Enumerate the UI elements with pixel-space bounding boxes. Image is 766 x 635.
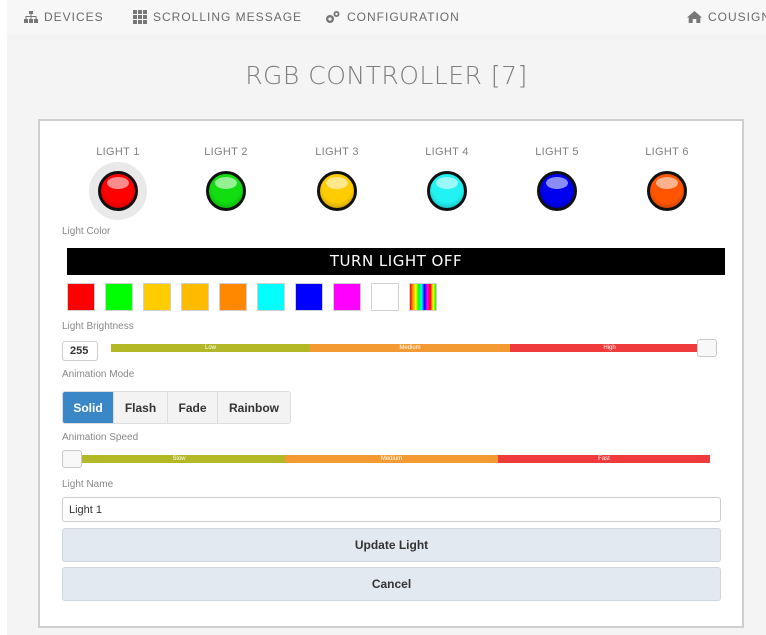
slider-segment-medium: Medium <box>310 344 510 352</box>
page-header: RGB CONTROLLER [7] <box>7 34 766 117</box>
light-selection-halo <box>197 162 255 220</box>
turn-light-off-button[interactable]: TURN LIGHT OFF <box>67 248 725 275</box>
color-swatch-cyan[interactable] <box>257 283 285 311</box>
light-label: LIGHT 6 <box>645 146 689 158</box>
update-light-button[interactable]: Update Light <box>62 528 721 562</box>
light-1[interactable]: LIGHT 1 <box>78 146 158 220</box>
light-label: LIGHT 2 <box>204 146 248 158</box>
light-bulb-icon <box>647 171 687 211</box>
light-color-label: Light Color <box>62 226 111 237</box>
color-swatch-red[interactable] <box>67 283 95 311</box>
light-panel: LIGHT 1 LIGHT 2 LIGHT 3 LIGHT 4 LIGHT 5 … <box>38 119 744 628</box>
light-label: LIGHT 3 <box>315 146 359 158</box>
light-5[interactable]: LIGHT 5 <box>517 146 597 220</box>
nav-configuration[interactable]: CONFIGURATION <box>325 10 460 24</box>
nav-home[interactable]: COUSIGN <box>687 10 766 24</box>
light-selection-halo <box>638 162 696 220</box>
light-brightness-label: Light Brightness <box>62 321 134 332</box>
page-title: RGB CONTROLLER [7] <box>245 61 528 90</box>
light-bulb-icon <box>317 171 357 211</box>
brightness-value: 255 <box>62 341 98 361</box>
light-2[interactable]: LIGHT 2 <box>186 146 266 220</box>
slider-segment-fast: Fast <box>498 455 710 463</box>
nav-configuration-label: CONFIGURATION <box>347 10 460 24</box>
nav-devices-label: DEVICES <box>44 10 104 24</box>
brightness-slider-track[interactable]: Low Medium High <box>111 344 709 352</box>
slider-segment-slow: Slow <box>73 455 285 463</box>
color-swatches <box>67 283 437 311</box>
animation-mode-group: Solid Flash Fade Rainbow <box>62 391 291 424</box>
color-swatch-amber[interactable] <box>181 283 209 311</box>
sitemap-icon <box>24 11 38 23</box>
brightness-slider-thumb[interactable] <box>697 339 717 357</box>
color-swatch-white[interactable] <box>371 283 399 311</box>
color-swatch-rainbow[interactable] <box>409 283 437 311</box>
grid-icon <box>133 10 147 24</box>
animation-speed-label: Animation Speed <box>62 432 139 443</box>
light-selection-halo <box>528 162 586 220</box>
light-6[interactable]: LIGHT 6 <box>627 146 707 220</box>
nav-scrolling-message-label: SCROLLING MESSAGE <box>153 10 303 24</box>
light-label: LIGHT 4 <box>425 146 469 158</box>
nav-home-label: COUSIGN <box>708 10 766 24</box>
animation-speed-slider-thumb[interactable] <box>62 450 82 468</box>
light-bulb-icon <box>537 171 577 211</box>
light-selection-halo <box>89 162 147 220</box>
color-swatch-green[interactable] <box>105 283 133 311</box>
top-navigation: DEVICES SCROLLING MESSAGE CONFIGURATION … <box>7 0 766 34</box>
nav-devices[interactable]: DEVICES <box>24 10 104 24</box>
mode-flash-button[interactable]: Flash <box>114 392 168 423</box>
color-swatch-orange[interactable] <box>219 283 247 311</box>
color-swatch-blue[interactable] <box>295 283 323 311</box>
light-selection-halo <box>418 162 476 220</box>
light-bulb-icon <box>206 171 246 211</box>
nav-scrolling-message[interactable]: SCROLLING MESSAGE <box>133 10 302 24</box>
home-icon <box>687 11 702 23</box>
light-label: LIGHT 1 <box>96 146 140 158</box>
light-4[interactable]: LIGHT 4 <box>407 146 487 220</box>
light-bulb-icon <box>427 171 467 211</box>
slider-segment-medium: Medium <box>285 455 498 463</box>
light-name-label: Light Name <box>62 479 114 490</box>
light-selection-halo <box>308 162 366 220</box>
animation-mode-label: Animation Mode <box>62 369 135 380</box>
animation-speed-slider-track[interactable]: Slow Medium Fast <box>73 455 710 463</box>
color-swatch-yellow[interactable] <box>143 283 171 311</box>
cancel-button[interactable]: Cancel <box>62 567 721 601</box>
mode-fade-button[interactable]: Fade <box>168 392 218 423</box>
mode-solid-button[interactable]: Solid <box>63 392 114 423</box>
color-swatch-magenta[interactable] <box>333 283 361 311</box>
light-name-input[interactable] <box>62 497 721 522</box>
slider-segment-low: Low <box>111 344 310 352</box>
light-label: LIGHT 5 <box>535 146 579 158</box>
light-3[interactable]: LIGHT 3 <box>297 146 377 220</box>
light-bulb-icon <box>98 171 138 211</box>
slider-segment-high: High <box>510 344 709 352</box>
mode-rainbow-button[interactable]: Rainbow <box>218 392 290 423</box>
gears-icon <box>325 10 341 24</box>
